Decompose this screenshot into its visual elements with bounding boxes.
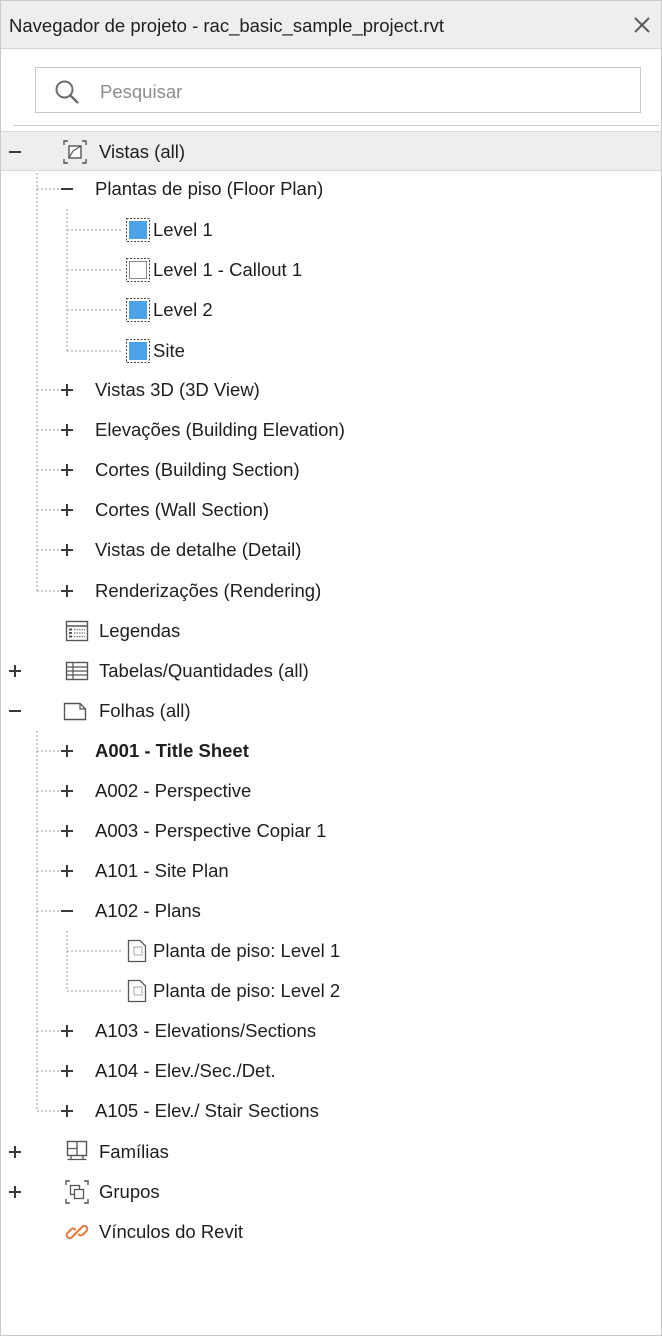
- expand-icon[interactable]: [59, 1023, 75, 1039]
- project-browser-panel: Navegador de projeto - rac_basic_sample_…: [0, 0, 662, 1336]
- expand-icon[interactable]: [59, 863, 75, 879]
- placed-view-icon: [127, 939, 147, 963]
- floor-plan-view-icon: [126, 339, 150, 363]
- tree-node-legends[interactable]: Legendas: [1, 611, 661, 651]
- expand-icon[interactable]: [59, 422, 75, 438]
- tree-node-label: Legendas: [99, 620, 181, 641]
- expand-icon[interactable]: [59, 783, 75, 799]
- floor-plan-view-icon: [126, 298, 150, 322]
- expand-icon[interactable]: [7, 1144, 23, 1160]
- expand-icon[interactable]: [59, 542, 75, 558]
- tree-node-building-sections[interactable]: Cortes (Building Section): [1, 450, 661, 490]
- tree-node-label: A002 - Perspective: [95, 780, 252, 801]
- tree-node-label: A101 - Site Plan: [95, 860, 229, 881]
- collapse-icon[interactable]: [7, 144, 23, 160]
- tree-node-label: Vistas de detalhe (Detail): [95, 539, 302, 560]
- tree-node-label: A105 - Elev./ Stair Sections: [95, 1100, 319, 1121]
- tree-node-label: Vistas (all): [99, 141, 186, 162]
- expand-icon[interactable]: [59, 583, 75, 599]
- tree-leaf-placed-view-level-2[interactable]: Planta de piso: Level 2: [1, 971, 661, 1011]
- tree-node-views[interactable]: Vistas (all): [1, 131, 661, 171]
- collapse-icon[interactable]: [59, 903, 75, 919]
- tree-leaf-level-2[interactable]: Level 2: [1, 290, 661, 330]
- tree-node-label: A104 - Elev./Sec./Det.: [95, 1060, 276, 1081]
- tree-node-label: Vínculos do Revit: [99, 1221, 243, 1242]
- link-icon: [65, 1224, 89, 1240]
- tree-node-label: Famílias: [99, 1141, 169, 1162]
- expand-icon[interactable]: [59, 502, 75, 518]
- tree-node-sheet-a102[interactable]: A102 - Plans: [1, 891, 661, 931]
- tree-node-sheet-a003[interactable]: A003 - Perspective Copiar 1: [1, 811, 661, 851]
- tree-node-label: Vistas 3D (3D View): [95, 379, 260, 400]
- tree-node-sheet-a001[interactable]: A001 - Title Sheet: [1, 731, 661, 771]
- tree-node-label: Level 1: [153, 219, 213, 240]
- tree-leaf-placed-view-level-1[interactable]: Planta de piso: Level 1: [1, 931, 661, 971]
- tree-leaf-site[interactable]: Site: [1, 331, 661, 371]
- project-tree: Vistas (all) Plantas de piso (Floor Plan…: [1, 1, 661, 1337]
- collapse-icon[interactable]: [7, 703, 23, 719]
- tree-node-detail-views[interactable]: Vistas de detalhe (Detail): [1, 530, 661, 570]
- placed-view-icon: [127, 979, 147, 1003]
- tree-node-sheet-a104[interactable]: A104 - Elev./Sec./Det.: [1, 1051, 661, 1091]
- tree-node-label: Planta de piso: Level 2: [153, 980, 341, 1001]
- tree-node-label: A003 - Perspective Copiar 1: [95, 820, 327, 841]
- groups-icon: [65, 1180, 89, 1204]
- tree-node-label: Level 2: [153, 299, 213, 320]
- tree-node-label: A001 - Title Sheet: [95, 740, 249, 761]
- tree-node-label: Folhas (all): [99, 700, 191, 721]
- expand-icon[interactable]: [7, 663, 23, 679]
- tree-leaf-level-1[interactable]: Level 1: [1, 210, 661, 250]
- tree-node-families[interactable]: Famílias: [1, 1132, 661, 1172]
- tree-node-label: Tabelas/Quantidades (all): [99, 660, 309, 681]
- tree-node-3d-views[interactable]: Vistas 3D (3D View): [1, 370, 661, 410]
- expand-icon[interactable]: [59, 1063, 75, 1079]
- tree-node-label: Grupos: [99, 1181, 160, 1202]
- tree-node-label: Cortes (Wall Section): [95, 499, 270, 520]
- tree-node-label: Cortes (Building Section): [95, 459, 300, 480]
- tree-node-schedules[interactable]: Tabelas/Quantidades (all): [1, 651, 661, 691]
- tree-node-label: Planta de piso: Level 1: [153, 940, 341, 961]
- tree-node-sheet-a105[interactable]: A105 - Elev./ Stair Sections: [1, 1091, 661, 1131]
- tree-node-label: A103 - Elevations/Sections: [95, 1020, 317, 1041]
- tree-node-sheet-a002[interactable]: A002 - Perspective: [1, 771, 661, 811]
- tree-node-renderings[interactable]: Renderizações (Rendering): [1, 571, 661, 611]
- tree-node-groups[interactable]: Grupos: [1, 1172, 661, 1212]
- families-icon: [66, 1140, 88, 1161]
- tree-node-label: Site: [153, 340, 185, 361]
- tree-node-label: Renderizações (Rendering): [95, 580, 322, 601]
- expand-icon[interactable]: [59, 1103, 75, 1119]
- tree-node-floor-plans[interactable]: Plantas de piso (Floor Plan): [1, 169, 661, 209]
- tree-node-label: A102 - Plans: [95, 900, 201, 921]
- schedule-table-icon: [65, 661, 89, 681]
- tree-node-sheet-a103[interactable]: A103 - Elevations/Sections: [1, 1011, 661, 1051]
- tree-node-sheet-a101[interactable]: A101 - Site Plan: [1, 851, 661, 891]
- expand-icon[interactable]: [59, 823, 75, 839]
- tree-node-revit-links[interactable]: Vínculos do Revit: [1, 1212, 661, 1252]
- tree-node-label: Elevações (Building Elevation): [95, 419, 345, 440]
- tree-node-sheets[interactable]: Folhas (all): [1, 691, 661, 731]
- expand-icon[interactable]: [7, 1184, 23, 1200]
- tree-node-label: Level 1 - Callout 1: [153, 259, 303, 280]
- views-icon: [63, 140, 87, 164]
- tree-node-elevations[interactable]: Elevações (Building Elevation): [1, 410, 661, 450]
- expand-icon[interactable]: [59, 743, 75, 759]
- legend-icon: [65, 620, 89, 642]
- tree-leaf-level-1-callout[interactable]: Level 1 - Callout 1: [1, 250, 661, 290]
- expand-icon[interactable]: [59, 462, 75, 478]
- sheet-icon: [63, 702, 87, 721]
- tree-node-label: Plantas de piso (Floor Plan): [95, 178, 324, 199]
- expand-icon[interactable]: [59, 382, 75, 398]
- collapse-icon[interactable]: [59, 181, 75, 197]
- callout-view-icon: [126, 258, 150, 282]
- floor-plan-view-icon: [126, 218, 150, 242]
- tree-node-wall-sections[interactable]: Cortes (Wall Section): [1, 490, 661, 530]
